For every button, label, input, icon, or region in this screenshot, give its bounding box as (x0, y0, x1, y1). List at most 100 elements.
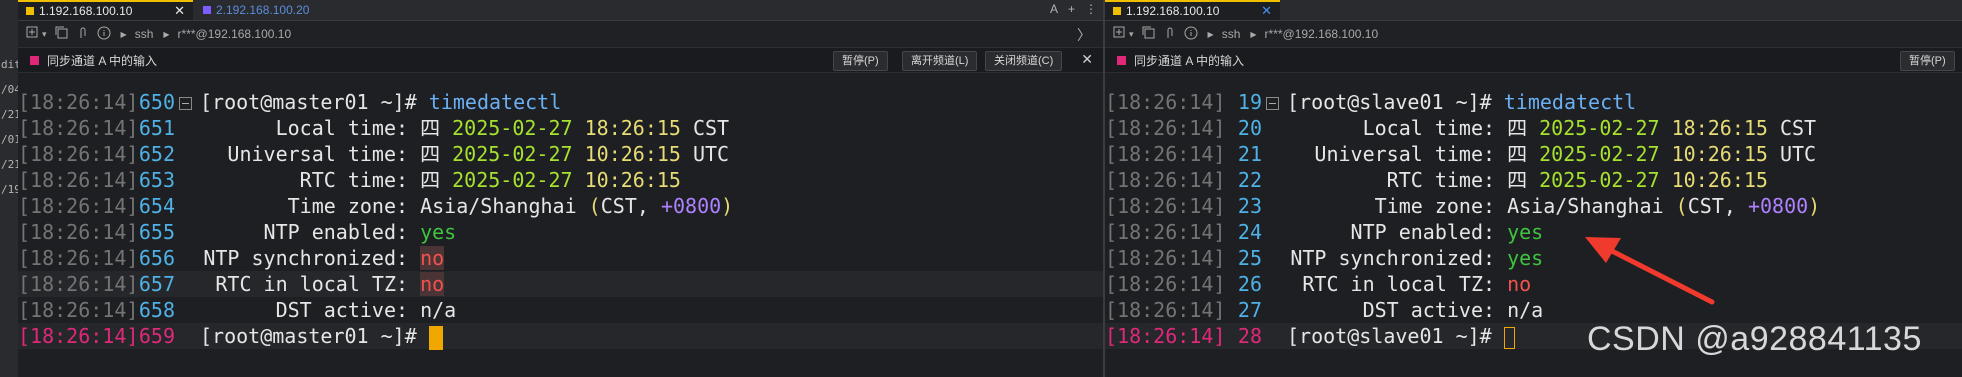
watermark: CSDN @a928841135 (1587, 320, 1922, 358)
field-name: DST active (1362, 298, 1483, 322)
tab-close-icon[interactable]: ✕ (1261, 3, 1272, 19)
leave-channel-button[interactable]: 离开频道(L) (902, 51, 978, 71)
tab-session-1[interactable]: 1.192.168.100.10 ✕ (1105, 0, 1280, 20)
line-number: 21 (1237, 142, 1262, 166)
info-icon[interactable] (97, 26, 111, 43)
prompt-symbol: # (1479, 90, 1492, 114)
tab-color-dot (1113, 7, 1121, 15)
line-number: 19 (1237, 90, 1262, 114)
date-value: 2025-02-27 (452, 168, 573, 192)
tab-color-dot (203, 6, 211, 14)
terminal-output[interactable]: [18:26:14]650 [root@master01 ~]# timedate… (18, 89, 1103, 350)
tab-session-1[interactable]: 1.192.168.100.10 ✕ (18, 0, 193, 20)
close-channel-button[interactable]: 关闭频道(C) (985, 51, 1063, 71)
field-name: Local time (1362, 116, 1483, 140)
field-name: Time zone (287, 194, 396, 218)
terminal-line: [18:26:14] 21 Universal time: 四 2025-02-27… (1105, 141, 1962, 167)
add-tab-icon[interactable]: + (1068, 2, 1075, 16)
line-timestamp: [18:26:14] (1105, 272, 1226, 296)
line-timestamp: [18:26:14] (18, 142, 139, 166)
line-timestamp: [18:26:14] (18, 272, 139, 296)
field-separator: : (396, 272, 421, 296)
host-address: r***@192.168.100.10 (1264, 27, 1379, 41)
line-number: 657 (138, 272, 175, 296)
field-separator: : (396, 142, 421, 166)
weekday: 四 (420, 116, 453, 140)
terminal-line: [18:26:14]651 Local time: 四 2025-02-27 18… (18, 115, 1103, 141)
host-address: r***@192.168.100.10 (177, 27, 292, 41)
fold-collapse-icon[interactable] (1266, 97, 1279, 110)
terminal-output[interactable]: [18:26:14] 19 [root@slave01 ~]# timedatect… (1105, 89, 1962, 349)
terminal-line: [18:26:14]658 DST active: n/a (18, 297, 1103, 323)
line-number: 659 (138, 324, 175, 348)
line-number: 653 (138, 168, 175, 192)
tab-close-icon[interactable]: ✕ (174, 3, 185, 19)
weekday: 四 (1507, 116, 1540, 140)
field-separator: : (1483, 142, 1508, 166)
duplicate-icon[interactable] (55, 26, 69, 42)
status-value: no (1507, 272, 1532, 296)
pause-button[interactable]: 暂停(P) (1900, 51, 1955, 71)
line-number: 20 (1237, 116, 1262, 140)
attach-icon[interactable] (1164, 26, 1176, 42)
sync-channel-bar: 同步通道 A 中的输入 暂停(P) (1105, 48, 1962, 73)
time-value: 10:26:15 (584, 168, 681, 192)
session-toolbar: ▾ ▶ ssh ▶ r***@192.168.100.10 (1105, 21, 1962, 48)
field-separator: : (396, 116, 421, 140)
terminal-line: [18:26:14] 22 RTC time: 四 2025-02-27 10:26… (1105, 167, 1962, 193)
line-timestamp: [18:26:14] (18, 90, 139, 114)
tab-session-2[interactable]: 2.192.168.100.20 (195, 0, 375, 20)
new-session-icon[interactable] (26, 26, 40, 42)
chevron-right-icon[interactable]: 〉 (1077, 25, 1091, 45)
line-timestamp: [18:26:14] (18, 116, 139, 140)
timezone-suffix: UTC (1767, 142, 1817, 166)
chevron-down-icon[interactable]: ▾ (42, 29, 47, 40)
info-icon[interactable] (1184, 26, 1198, 43)
text-cursor[interactable] (1503, 326, 1515, 349)
left-edge-strip: dit /04 /21 /01 /21 /19 (0, 0, 21, 377)
close-icon[interactable]: ✕ (1081, 51, 1093, 68)
field-name: NTP enabled (1350, 220, 1483, 244)
duplicate-icon[interactable] (1142, 26, 1156, 42)
line-timestamp: [18:26:14] (18, 168, 139, 192)
field-name: NTP enabled (263, 220, 396, 244)
terminal-line: [18:26:14] 19 [root@slave01 ~]# timedatect… (1105, 89, 1962, 115)
line-timestamp: [18:26:14] (18, 246, 139, 270)
sync-channel-color-icon (1117, 55, 1126, 65)
pause-button[interactable]: 暂停(P) (833, 51, 888, 71)
tab-label: 1.192.168.100.10 (39, 4, 133, 18)
line-number: 652 (138, 142, 175, 166)
font-icon[interactable]: A (1050, 2, 1058, 16)
weekday: 四 (420, 142, 453, 166)
session-toolbar: ▾ ▶ ssh ▶ r***@192.168.100.10 〉 (18, 21, 1103, 48)
fold-collapse-icon[interactable] (179, 97, 192, 110)
field-name: Local time (275, 116, 396, 140)
prompt-symbol: # (404, 324, 417, 348)
date-value: 2025-02-27 (1539, 116, 1660, 140)
caret-right-icon: ▶ (1207, 29, 1214, 39)
line-number: 24 (1237, 220, 1262, 244)
terminal-line: [18:26:14] 26 RTC in local TZ: no (1105, 271, 1962, 297)
text-cursor[interactable] (428, 325, 443, 350)
new-session-icon[interactable] (1113, 26, 1127, 42)
timezone-suffix: CST (1767, 116, 1817, 140)
field-name: NTP synchronized (203, 246, 396, 270)
line-number: 28 (1237, 324, 1262, 348)
more-icon[interactable]: ⋮ (1085, 2, 1097, 16)
caret-right-icon: ▶ (1250, 29, 1257, 39)
shell-prompt: [root@master01 ~] (200, 90, 405, 114)
attach-icon[interactable] (77, 26, 89, 42)
field-name: Universal time (1314, 142, 1483, 166)
chevron-down-icon[interactable]: ▾ (1129, 29, 1134, 40)
line-number: 25 (1237, 246, 1262, 270)
status-value: no (420, 272, 445, 296)
tab-label: 1.192.168.100.10 (1126, 4, 1220, 18)
line-number: 654 (138, 194, 175, 218)
line-timestamp: [18:26:14] (1105, 246, 1226, 270)
line-number: 27 (1237, 298, 1262, 322)
line-number: 655 (138, 220, 175, 244)
